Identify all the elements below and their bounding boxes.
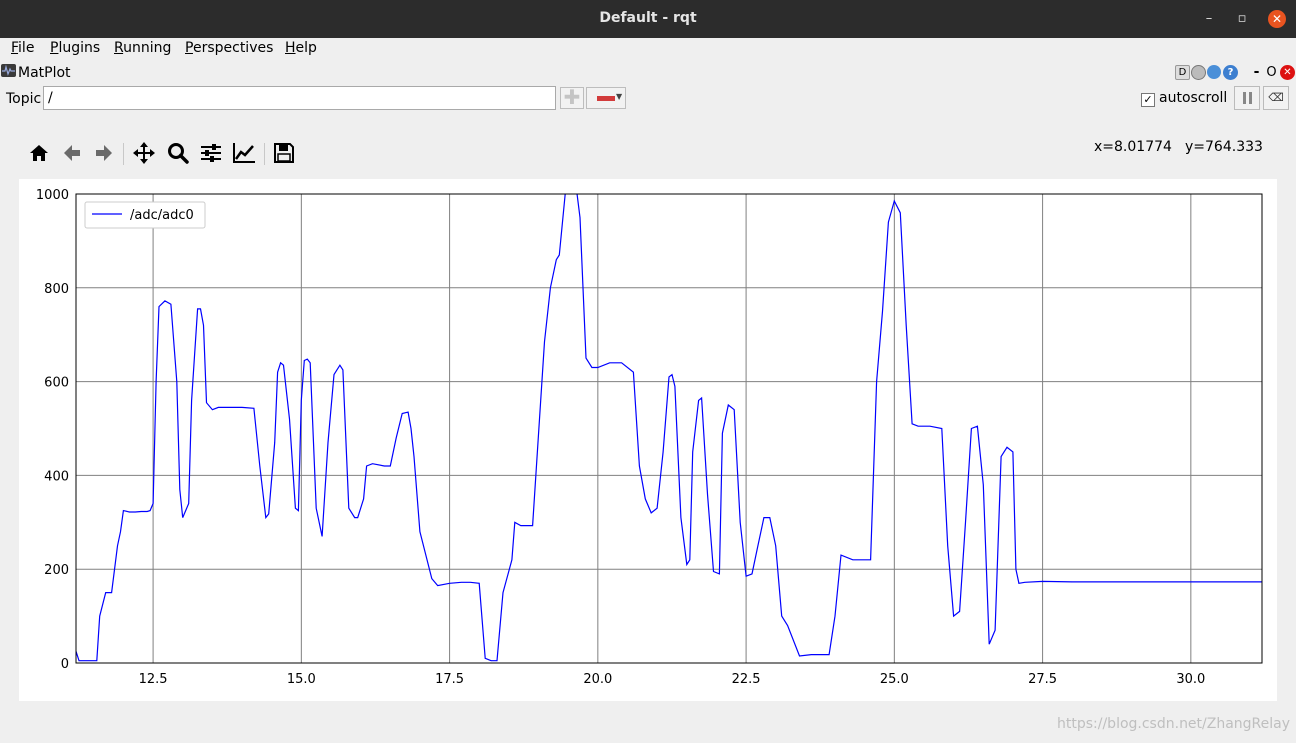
clear-button[interactable]: ⌫ [1263,86,1289,110]
topic-row: Topic ✚ ▼ ✓ autoscroll ⌫ [0,86,1296,112]
edit-axes-icon[interactable] [231,140,257,166]
autoscroll-check-box[interactable]: ✓ [1141,93,1155,107]
x-tick-label: 25.0 [880,672,909,687]
x-tick-label: 12.5 [139,672,168,687]
autoscroll-label: autoscroll [1159,90,1228,106]
autoscroll-checkbox[interactable]: ✓ autoscroll [1141,90,1227,107]
pan-icon[interactable] [131,140,157,166]
axes-frame [75,193,1263,664]
minimize-plugin-button[interactable]: - [1249,65,1264,80]
window-maximize-button[interactable]: ▫ [1233,10,1251,28]
forward-icon[interactable] [91,140,117,166]
menu-help[interactable]: Help [285,40,317,56]
y-tick-label: 800 [44,282,69,297]
x-tick-label: 27.5 [1028,672,1057,687]
legend: /adc/adc0 [84,201,206,229]
y-tick-label: 0 [61,657,69,672]
y-tick-label: 400 [44,469,69,484]
menu-perspectives[interactable]: Perspectives [185,40,273,56]
toolbar-separator [264,143,265,165]
grid-lines [76,193,1262,664]
dock-button[interactable]: D [1175,65,1190,80]
plot-canvas[interactable]: 12.5 15.0 17.5 20.0 22.5 25.0 27.5 30.0 0 200 400 6… [19,179,1277,701]
window-titlebar: Default - rqt – ▫ ✕ [0,0,1296,38]
clear-icon: ⌫ [1268,91,1284,104]
axis-ticks: 12.5 15.0 17.5 20.0 22.5 25.0 27.5 30.0 0 200 400 6… [36,188,1205,687]
minus-icon [597,96,615,101]
menubar: File Plugins Running Perspectives Help [0,38,1296,60]
add-topic-button[interactable]: ✚ [560,87,584,109]
back-icon[interactable] [59,140,85,166]
plugin-title: MatPlot [18,65,71,81]
zoom-icon[interactable] [165,140,191,166]
plus-icon: ✚ [563,85,581,109]
save-icon[interactable] [271,140,297,166]
series-line-adc0 [76,194,1262,662]
menu-file[interactable]: File [11,40,34,56]
topic-label: Topic [6,91,42,107]
close-plugin-button[interactable]: ✕ [1280,65,1295,80]
toolbar-separator [123,143,124,165]
dropdown-arrow-icon: ▼ [616,92,623,101]
x-tick-label: 15.0 [287,672,316,687]
window-title: Default - rqt [599,10,697,26]
line-chart: 12.5 15.0 17.5 20.0 22.5 25.0 27.5 30.0 0 200 400 6… [36,188,1263,687]
legend-label: /adc/adc0 [130,208,194,223]
y-tick-label: 200 [44,563,69,578]
window-minimize-button[interactable]: – [1200,10,1218,28]
float-plugin-button[interactable]: O [1264,65,1279,80]
watermark: https://blog.csdn.net/ZhangRelay [1057,716,1291,732]
home-icon[interactable] [26,140,52,166]
window-close-button[interactable]: ✕ [1268,10,1286,28]
x-tick-label: 20.0 [583,672,612,687]
remove-topic-button[interactable]: ▼ [586,87,626,109]
y-tick-label: 1000 [36,188,69,203]
x-tick-label: 17.5 [435,672,464,687]
menu-plugins[interactable]: Plugins [50,40,100,56]
y-tick-label: 600 [44,376,69,391]
plot-toolbar [26,140,306,168]
pause-button[interactable] [1234,86,1260,110]
configure-subplots-icon[interactable] [198,140,224,166]
topic-input[interactable] [43,86,556,110]
x-tick-label: 22.5 [732,672,761,687]
reload-icon[interactable] [1207,65,1221,79]
pause-icon [1243,92,1246,104]
cursor-y-readout: y=764.333 [1185,139,1263,155]
cursor-x-readout: x=8.01774 [1094,139,1172,155]
help-button[interactable]: ? [1223,65,1238,80]
x-tick-label: 30.0 [1176,672,1205,687]
plugin-header: MatPlot D ? - O ✕ [0,62,1296,84]
menu-running[interactable]: Running [114,40,171,56]
waveform-icon [1,64,16,77]
settings-icon[interactable] [1191,65,1206,80]
